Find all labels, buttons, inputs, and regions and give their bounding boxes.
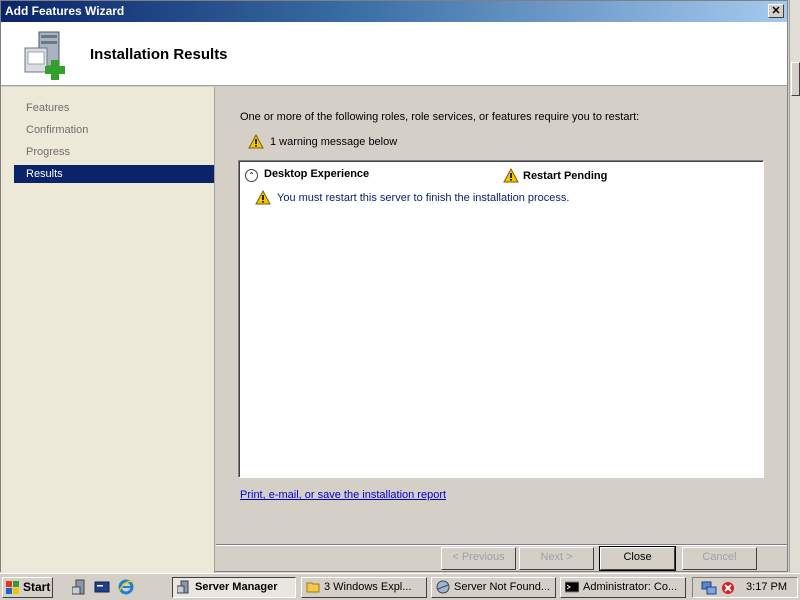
close-button[interactable]: Close <box>599 546 676 571</box>
powershell-quicklaunch-icon[interactable] <box>94 579 110 595</box>
wizard-steps-sidebar: Features Confirmation Progress Results <box>1 87 215 573</box>
server-manager-quicklaunch-icon[interactable] <box>72 579 88 595</box>
security-alert-icon[interactable] <box>721 581 735 595</box>
step-results[interactable]: Results <box>14 165 214 183</box>
start-button[interactable]: Start <box>2 577 53 598</box>
task-command-prompt[interactable]: Administrator: Co... <box>560 577 686 598</box>
system-tray: 3:17 PM <box>692 577 798 598</box>
warning-icon <box>255 190 271 205</box>
status-badge: Restart Pending <box>503 168 607 183</box>
close-window-button[interactable]: ✕ <box>768 4 784 18</box>
footer-divider <box>216 544 787 546</box>
page-title: Installation Results <box>90 46 228 63</box>
internet-explorer-icon[interactable] <box>118 579 134 595</box>
task-label: Server Not Found... <box>454 581 550 593</box>
previous-button[interactable]: < Previous <box>441 547 516 570</box>
next-button[interactable]: Next > <box>519 547 594 570</box>
result-row-desktop-experience: ⌃ Desktop Experience Restart Pending <box>245 168 755 184</box>
cmd-icon <box>565 581 579 593</box>
folder-icon <box>306 582 320 593</box>
step-progress[interactable]: Progress <box>14 143 214 161</box>
collapse-chevron-icon[interactable]: ⌃ <box>245 169 258 182</box>
scrollbar-thumb[interactable] <box>791 62 800 96</box>
result-message-text: You must restart this server to finish t… <box>277 191 570 204</box>
wizard-header: Installation Results <box>1 22 787 86</box>
status-text: Restart Pending <box>523 169 608 182</box>
task-label: Administrator: Co... <box>583 581 678 593</box>
window-title: Add Features Wizard <box>5 4 125 18</box>
title-bar[interactable]: Add Features Wizard ✕ <box>1 1 787 22</box>
step-confirmation[interactable]: Confirmation <box>14 121 214 139</box>
cancel-button[interactable]: Cancel <box>682 547 757 570</box>
task-windows-explorer[interactable]: 3 Windows Expl... <box>301 577 427 598</box>
server-manager-icon <box>177 580 189 594</box>
task-server-manager[interactable]: Server Manager <box>172 577 296 598</box>
task-browser[interactable]: Server Not Found... <box>431 577 556 598</box>
server-add-icon <box>24 31 65 80</box>
task-label: 3 Windows Expl... <box>324 581 412 593</box>
installation-report-link[interactable]: Print, e-mail, or save the installation … <box>240 489 446 501</box>
desktop-scrollbar[interactable] <box>789 0 800 572</box>
warning-count-text: 1 warning message below <box>270 135 398 148</box>
start-label: Start <box>23 580 51 594</box>
results-list[interactable]: ⌃ Desktop Experience Restart Pending You… <box>238 160 764 478</box>
feature-name: Desktop Experience <box>264 168 370 180</box>
wizard-window: Add Features Wizard ✕ Installation Resul… <box>0 0 788 573</box>
network-icon[interactable] <box>701 580 717 596</box>
results-panel: One or more of the following roles, role… <box>216 87 787 545</box>
restart-intro-text: One or more of the following roles, role… <box>240 111 640 123</box>
step-features[interactable]: Features <box>14 99 214 117</box>
windows-flag-icon <box>6 581 19 594</box>
warning-summary: 1 warning message below <box>248 134 397 149</box>
task-label: Server Manager <box>195 581 278 593</box>
taskbar: Start Server Manager 3 Windows Expl... S… <box>0 573 800 600</box>
warning-icon <box>503 168 519 183</box>
clock[interactable]: 3:17 PM <box>746 581 787 593</box>
warning-icon <box>248 134 264 149</box>
browser-icon <box>436 580 450 594</box>
result-message: You must restart this server to finish t… <box>255 190 569 205</box>
